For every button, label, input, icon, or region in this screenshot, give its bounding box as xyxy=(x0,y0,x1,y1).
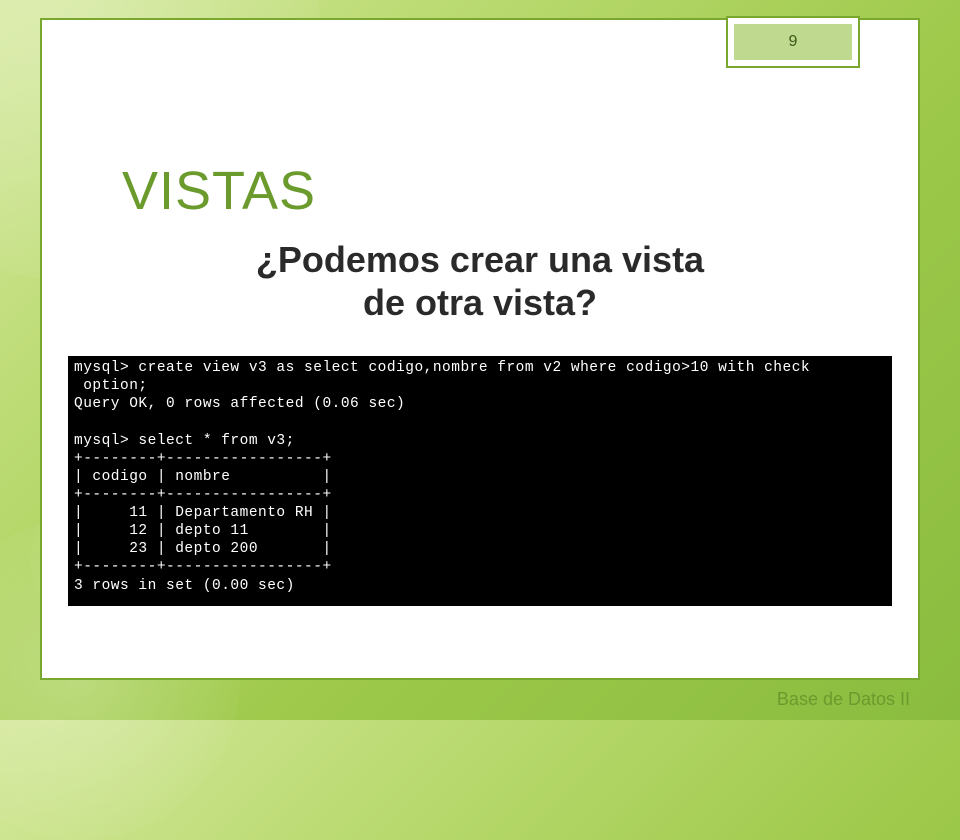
subtitle-line-2: de otra vista? xyxy=(363,282,597,323)
terminal-line: | codigo | nombre | xyxy=(74,469,332,485)
terminal-line: mysql> create view v3 as select codigo,n… xyxy=(74,360,810,376)
terminal-line: +--------+-----------------+ xyxy=(74,559,332,575)
slide-title: VISTAS xyxy=(122,160,316,222)
page-number-box: 9 xyxy=(728,18,858,66)
subtitle-line-1: ¿Podemos crear una vista xyxy=(256,239,704,280)
terminal-line: | 12 | depto 11 | xyxy=(74,523,332,539)
page-number: 9 xyxy=(789,33,798,51)
mysql-terminal: mysql> create view v3 as select codigo,n… xyxy=(68,356,892,606)
slide-frame: 9 VISTAS ¿Podemos crear una vista de otr… xyxy=(40,18,920,680)
slide-subtitle: ¿Podemos crear una vista de otra vista? xyxy=(42,238,918,324)
terminal-line: mysql> select * from v3; xyxy=(74,433,295,449)
terminal-line: 3 rows in set (0.00 sec) xyxy=(74,578,295,594)
terminal-line: +--------+-----------------+ xyxy=(74,451,332,467)
footer-text: Base de Datos II xyxy=(777,689,910,710)
terminal-line: option; xyxy=(74,378,148,394)
terminal-line: | 23 | depto 200 | xyxy=(74,541,332,557)
terminal-line: Query OK, 0 rows affected (0.06 sec) xyxy=(74,396,405,412)
terminal-line: +--------+-----------------+ xyxy=(74,487,332,503)
terminal-line: | 11 | Departamento RH | xyxy=(74,505,332,521)
